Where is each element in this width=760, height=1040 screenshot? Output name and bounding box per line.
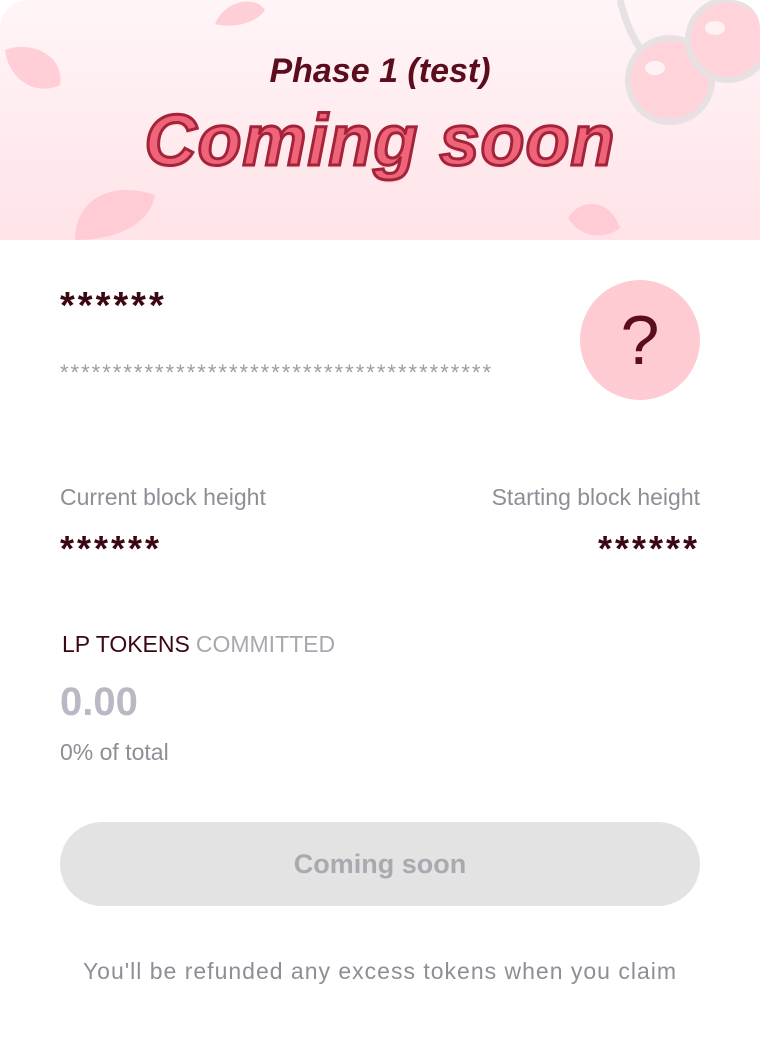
current-block-value: ****** (60, 528, 163, 569)
status-title: Coming soon (143, 100, 616, 183)
coming-soon-button[interactable]: Coming soon (60, 822, 700, 906)
pool-description: ****************************************… (60, 360, 494, 385)
leaf-icon (75, 190, 155, 240)
committed-heading: LP TOKENS COMMITTED (62, 631, 335, 658)
committed-amount: 0.00 (60, 680, 138, 724)
current-block-label: Current block height (60, 484, 266, 510)
starting-block-value: ****** (597, 528, 700, 569)
committed-percent: 0% of total (60, 739, 169, 765)
leaf-icon (215, 1, 265, 26)
card-header: Phase 1 (test) Coming soon (0, 0, 760, 240)
unknown-token-badge: ? (580, 280, 700, 400)
committed-label: COMMITTED (195, 631, 336, 657)
ifo-card: Phase 1 (test) Coming soon ****** ******… (0, 0, 760, 1040)
phase-label: Phase 1 (test) (269, 52, 491, 90)
leaf-icon (568, 204, 620, 236)
refund-note: You'll be refunded any excess tokens whe… (82, 958, 678, 984)
starting-block-label: Starting block height (491, 484, 700, 510)
question-mark-icon: ? (620, 301, 660, 379)
pool-name: ****** (60, 285, 167, 327)
lp-tokens-label: LP TOKENS (62, 631, 190, 657)
